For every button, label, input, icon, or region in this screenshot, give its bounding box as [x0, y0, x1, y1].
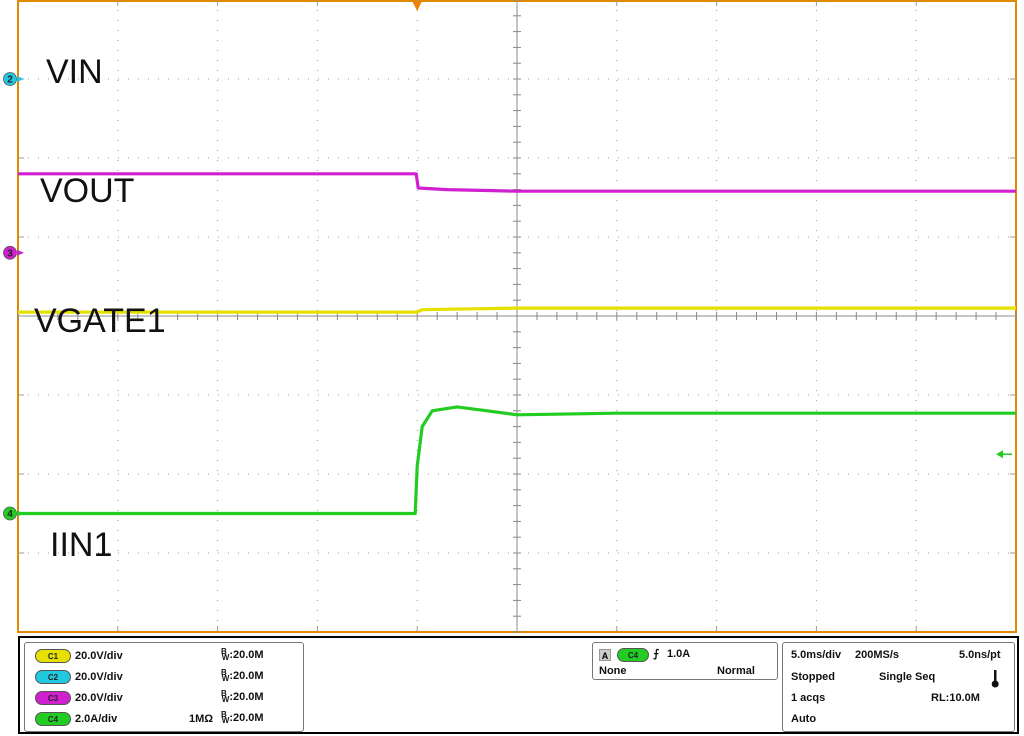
- channel-marker-label: 2: [7, 75, 13, 86]
- channel-badge-c3: C3: [35, 691, 71, 705]
- channel-bandwidth: BW:20.0M: [221, 689, 264, 704]
- trace-label-vin: VIN: [46, 53, 103, 91]
- channel-bandwidth: BW:20.0M: [221, 710, 264, 725]
- trigger-coupling: None: [599, 665, 627, 677]
- trace-label-iin1: IIN1: [50, 526, 112, 564]
- oscilloscope-display: VIN1VOUT2VGATE13IIN14: [0, 0, 1024, 636]
- channel-scale: 20.0V/div: [75, 671, 123, 683]
- sample-rate: 200MS/s: [855, 649, 900, 661]
- channel-marker-label: 3: [7, 248, 13, 259]
- thermometer-icon: [991, 670, 999, 688]
- trigger-settings-box: A C4 ⨍ 1.0A None Normal: [592, 642, 778, 680]
- channel-badge-c1: C1: [35, 649, 71, 663]
- channel-scale: 20.0V/div: [75, 650, 123, 662]
- waveform-plot: VIN1VOUT2VGATE13IIN14: [3, 0, 1017, 633]
- acquisition-state: Stopped: [791, 671, 835, 683]
- time-per-div: 5.0ms/div: [791, 649, 842, 661]
- trigger-slope-icon: ⨍: [653, 648, 660, 660]
- trigger-level: 1.0A: [667, 648, 691, 660]
- channel-scale: 20.0V/div: [75, 692, 123, 704]
- channel-badge-c4: C4: [35, 712, 71, 726]
- channel-marker-label: 4: [7, 509, 13, 520]
- channel-bandwidth: BW:20.0M: [221, 647, 264, 662]
- channel-settings-box: C1 20.0V/div BW:20.0M C2 20.0V/div BW:20.0M C3…: [24, 642, 304, 732]
- trigger-auto-mode: Auto: [791, 713, 817, 725]
- channel-bandwidth: BW:20.0M: [221, 668, 264, 683]
- channel-impedance: 1MΩ: [189, 713, 214, 725]
- acquisition-count: 1 acqs: [791, 692, 826, 704]
- trigger-source-badge: C4: [617, 648, 649, 662]
- trace-label-vgate1: VGATE1: [34, 302, 166, 340]
- channel-badge-c2: C2: [35, 670, 71, 684]
- record-length: RL:10.0M: [931, 692, 980, 704]
- sequence-mode: Single Seq: [879, 671, 936, 683]
- status-panel: C1 20.0V/div BW:20.0M C2 20.0V/div BW:20.0M C3…: [18, 636, 1019, 734]
- trigger-mode-letter: A: [599, 649, 611, 661]
- trigger-type: Normal: [717, 665, 755, 677]
- timebase-settings-box: 5.0ms/div 200MS/s 5.0ns/pt Stopped Singl…: [782, 642, 1015, 732]
- channel-scale: 2.0A/div: [75, 713, 118, 725]
- trace-label-vout: VOUT: [40, 172, 134, 210]
- time-resolution: 5.0ns/pt: [959, 649, 1001, 661]
